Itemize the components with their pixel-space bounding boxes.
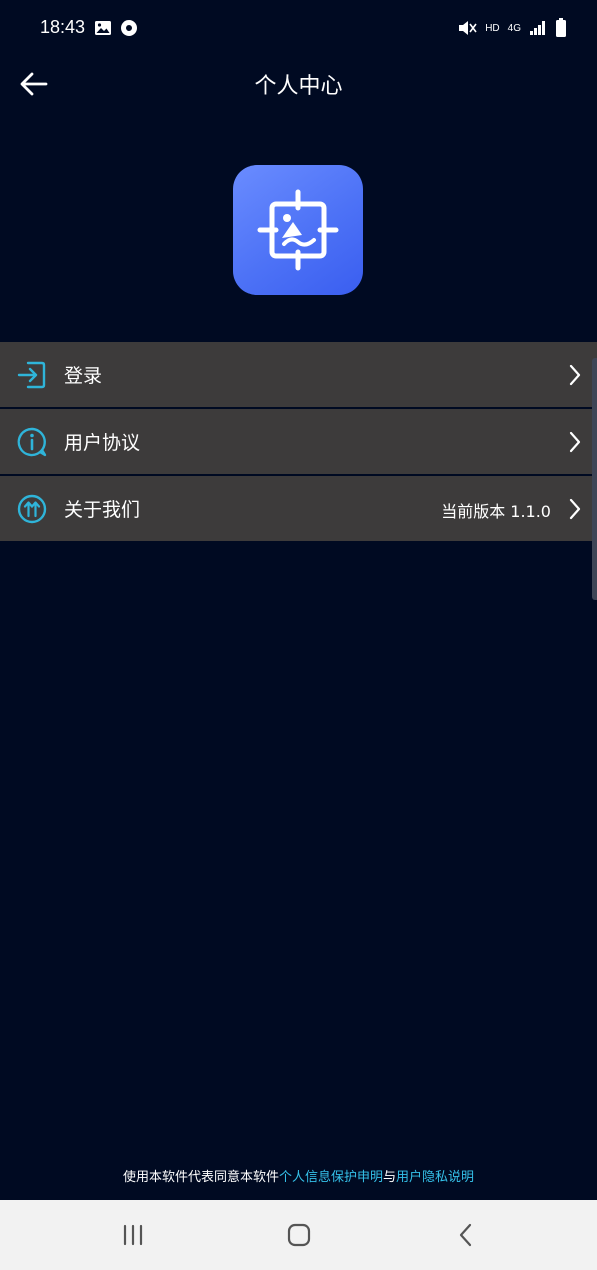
- network-label: 4G: [507, 22, 521, 34]
- mute-icon: [459, 21, 477, 35]
- login-icon: [17, 361, 46, 389]
- user-privacy-link[interactable]: 用户隐私说明: [396, 1170, 474, 1185]
- hd-label: HD: [485, 22, 500, 34]
- menu-item-label: 用户协议: [64, 432, 141, 454]
- system-nav-bar: [0, 1200, 597, 1270]
- menu-list: 登录 用户协议 关于我们 当前版本 1.1.0: [0, 342, 597, 543]
- scrollbar[interactable]: [592, 358, 597, 600]
- recent-apps-button[interactable]: [111, 1215, 155, 1255]
- notification-app-icon: [121, 20, 137, 36]
- home-icon: [287, 1223, 311, 1247]
- agreement-prefix: 使用本软件代表同意本软件: [122, 1170, 279, 1185]
- app-logo: [233, 165, 363, 295]
- home-button[interactable]: [277, 1215, 321, 1255]
- scan-image-icon: [257, 189, 339, 271]
- menu-item-login[interactable]: 登录: [0, 342, 597, 407]
- chevron-right-icon: [569, 498, 581, 520]
- chevron-right-icon: [569, 364, 581, 386]
- recent-apps-icon: [123, 1224, 143, 1246]
- menu-item-label: 登录: [64, 365, 103, 387]
- gallery-icon: [95, 21, 111, 35]
- battery-icon: [556, 18, 566, 37]
- menu-item-label: 关于我们: [64, 499, 141, 521]
- agreement-and: 与: [383, 1170, 397, 1185]
- menu-item-user-agreement[interactable]: 用户协议: [0, 409, 597, 474]
- agreement-notice: 使用本软件代表同意本软件个人信息保护申明与用户隐私说明: [0, 1166, 597, 1185]
- system-back-button[interactable]: [444, 1215, 488, 1255]
- info-bubble-icon: [17, 427, 47, 457]
- header: 个人中心: [0, 58, 597, 110]
- menu-item-about-us[interactable]: 关于我们 当前版本 1.1.0: [0, 476, 597, 541]
- status-time: 18:43: [40, 17, 86, 37]
- status-bar: 18:43 HD 4G: [0, 0, 597, 58]
- version-text: 当前版本 1.1.0: [441, 502, 551, 521]
- chevron-right-icon: [569, 431, 581, 453]
- page-title: 个人中心: [254, 74, 343, 99]
- signal-icon: [530, 21, 545, 35]
- chevron-left-icon: [459, 1223, 472, 1247]
- personal-info-protection-link[interactable]: 个人信息保护申明: [279, 1170, 383, 1185]
- up-arrows-icon: [17, 494, 47, 524]
